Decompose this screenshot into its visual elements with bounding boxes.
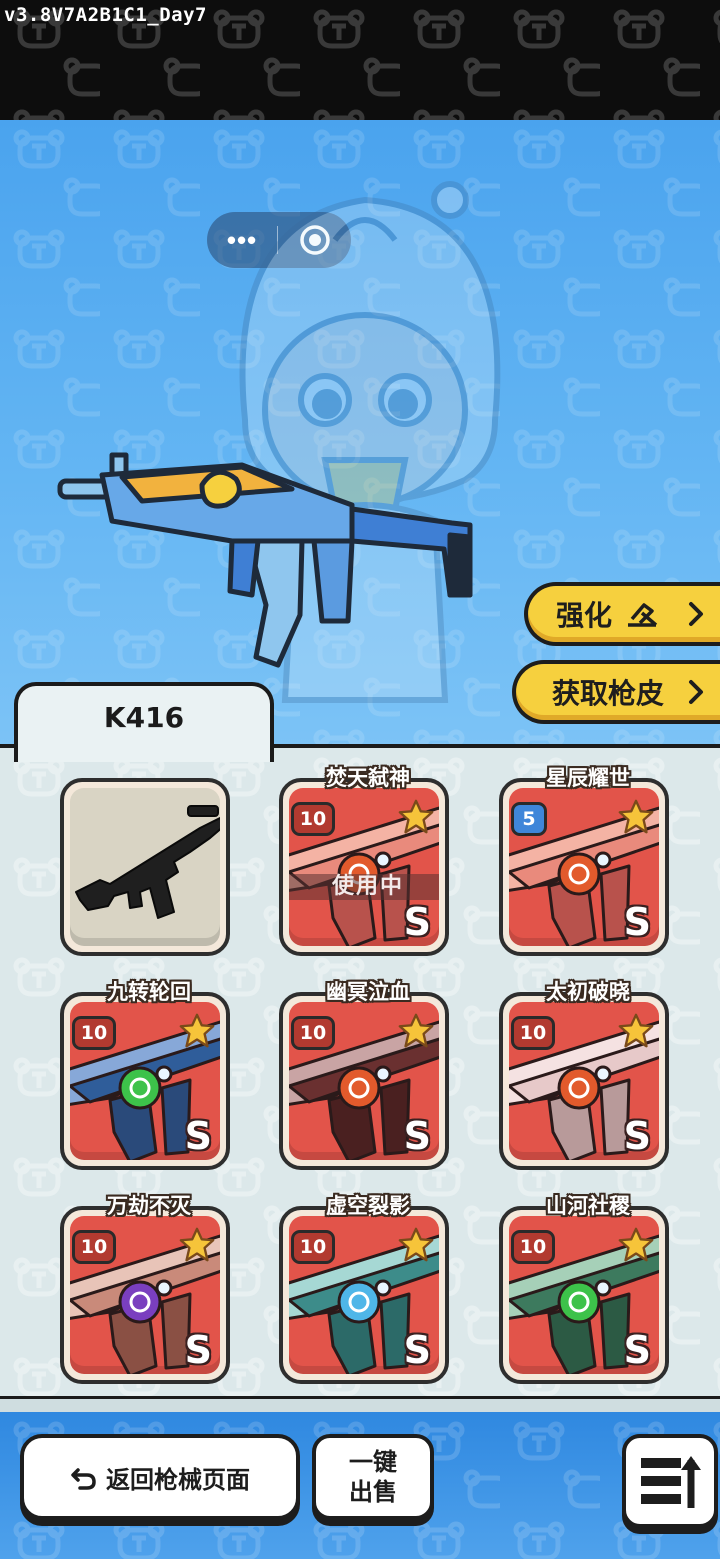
- sell-label-line2: 出售: [349, 1478, 397, 1506]
- bottom-bar: 返回枪械页面 一键 出售: [0, 1412, 720, 1559]
- skin-card[interactable]: 10 S 万劫不灭: [60, 1194, 230, 1384]
- bulk-sell-button[interactable]: 一键 出售: [312, 1434, 434, 1520]
- skin-level-badge: 10: [72, 1230, 116, 1264]
- skin-gun-image: [75, 805, 220, 919]
- skin-level-badge: 10: [511, 1230, 555, 1264]
- skin-card[interactable]: 10 S 使用中 焚天弑神: [279, 766, 449, 956]
- skin-level-badge: 10: [72, 1016, 116, 1050]
- sell-label-line1: 一键: [349, 1448, 397, 1476]
- star-icon: [398, 799, 434, 834]
- skin-name: 幽冥泣血: [326, 980, 410, 1004]
- skin-level-badge: 10: [291, 1230, 335, 1264]
- hammer-icon: [628, 603, 658, 627]
- skin-grade: S: [623, 1328, 651, 1372]
- version-label: v3.8V7A2B1C1_Day7: [4, 4, 207, 26]
- return-arrow-icon: [71, 1468, 96, 1490]
- skin-name: 太初破晓: [546, 980, 630, 1004]
- skin-name: 九转轮回: [107, 980, 191, 1004]
- skin-level-badge: 5: [511, 802, 547, 836]
- skin-grade: S: [184, 1114, 212, 1158]
- skin-name: 万劫不灭: [107, 1194, 191, 1218]
- star-icon: [179, 1227, 215, 1262]
- back-label: 返回枪械页面: [106, 1465, 250, 1494]
- skin-card-body: 10 S: [509, 1002, 659, 1160]
- chevron-right-icon: [689, 602, 703, 626]
- skin-card-body: 10 S 使用中: [289, 788, 439, 946]
- weapon-name: K416: [103, 700, 185, 734]
- star-icon: [398, 1227, 434, 1262]
- skin-card-body: 5S: [509, 788, 659, 946]
- skin-card[interactable]: 10 S 九转轮回: [60, 980, 230, 1170]
- enhance-label: 强化: [556, 599, 613, 632]
- skin-grade: S: [403, 1114, 431, 1158]
- skin-grade: S: [623, 1114, 651, 1158]
- skin-card-body: 10 S: [70, 1216, 220, 1374]
- skin-card[interactable]: 10 S 幽冥泣血: [279, 980, 449, 1170]
- panel-divider: [0, 1396, 720, 1412]
- skin-grade: S: [403, 900, 431, 944]
- star-icon: [618, 799, 654, 834]
- weapon-showcase: ••• 强化 获取枪皮: [0, 120, 720, 748]
- top-bar: v3.8V7A2B1C1_Day7: [0, 0, 720, 120]
- skin-card[interactable]: 5 S 星辰耀世: [499, 766, 669, 956]
- enhance-button[interactable]: 强化: [524, 582, 720, 646]
- skin-grade: S: [403, 1328, 431, 1372]
- skin-card-body: 10 S: [70, 1002, 220, 1160]
- skin-card-body: [70, 788, 220, 946]
- skin-level-badge: 10: [291, 802, 335, 836]
- chevron-right-icon: [689, 680, 703, 704]
- skin-card[interactable]: 10 S 山河社稷: [499, 1194, 669, 1384]
- skin-name: 虚空裂影: [326, 1194, 410, 1218]
- star-icon: [398, 1013, 434, 1048]
- star-icon: [179, 1013, 215, 1048]
- skin-card-body: 10 S: [509, 1216, 659, 1374]
- weapon-name-tab: K416: [14, 682, 274, 762]
- skin-name: 星辰耀世: [546, 766, 630, 790]
- skin-name: 山河社稷: [546, 1194, 630, 1218]
- skin-card[interactable]: [60, 778, 230, 956]
- skin-level-badge: 10: [291, 1016, 335, 1050]
- skin-grade: S: [184, 1328, 212, 1372]
- skin-card[interactable]: 10 S 太初破晓: [499, 980, 669, 1170]
- skin-card-body: 10 S: [289, 1216, 439, 1374]
- back-to-weapons-button[interactable]: 返回枪械页面: [20, 1434, 300, 1520]
- skin-card[interactable]: 10 S 虚空裂影: [279, 1194, 449, 1384]
- in-use-label: 使用中: [289, 874, 439, 900]
- skin-name: 焚天弑神: [326, 766, 410, 790]
- star-icon: [618, 1013, 654, 1048]
- skin-level-badge: 10: [511, 1016, 555, 1050]
- skin-grade: S: [623, 900, 651, 944]
- star-icon: [618, 1227, 654, 1262]
- sort-button[interactable]: [622, 1434, 718, 1528]
- get-skin-label: 获取枪皮: [552, 677, 665, 710]
- skin-card-body: 10 S: [289, 1002, 439, 1160]
- sort-icon: [641, 1456, 701, 1508]
- get-skin-button[interactable]: 获取枪皮: [512, 660, 720, 724]
